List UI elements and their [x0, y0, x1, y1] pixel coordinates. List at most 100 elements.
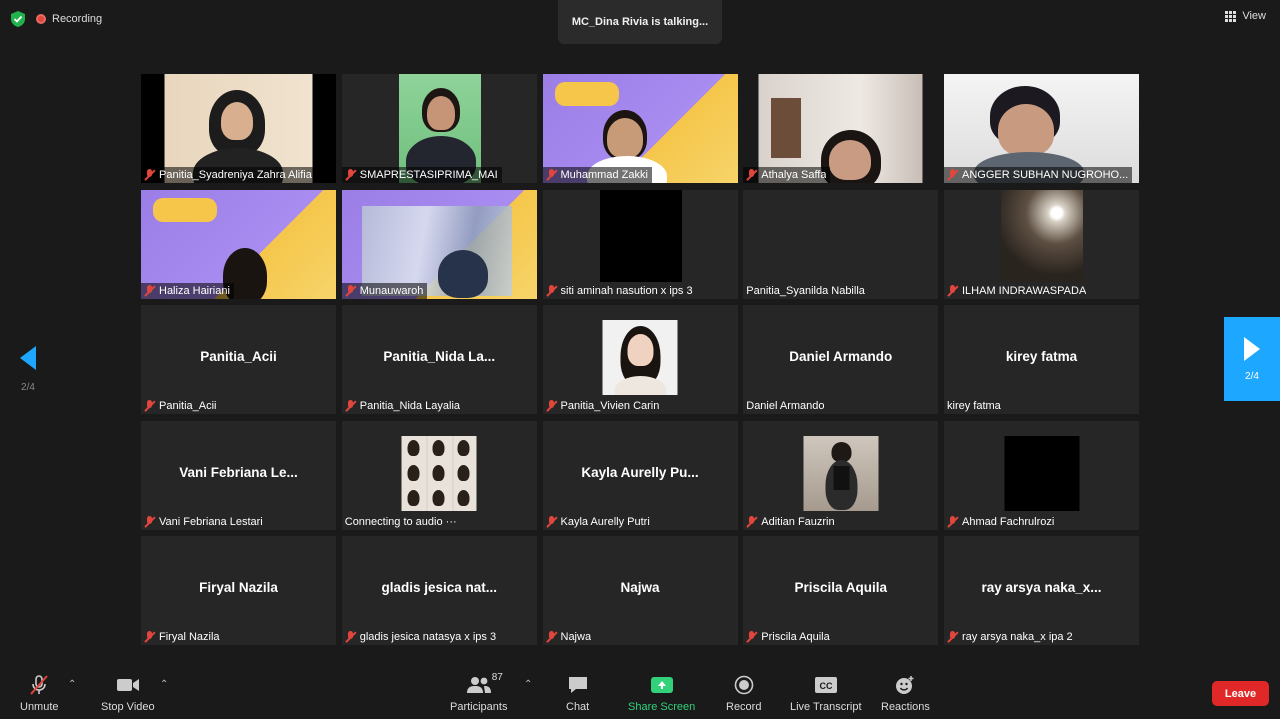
participant-display-name: ray arsya naka_x...: [981, 580, 1102, 595]
reaction-smiley-icon: [894, 675, 916, 695]
participant-tile[interactable]: ANGGER SUBHAN NUGROHO...: [944, 74, 1139, 183]
participant-tile[interactable]: Panitia_Nida La... Panitia_Nida Layalia: [341, 305, 537, 414]
participant-tile[interactable]: Priscila Aquila Priscila Aquila: [743, 536, 939, 645]
participant-tile[interactable]: SMAPRESTASIPRIMA_MAI: [341, 74, 537, 183]
mic-muted-icon: [746, 515, 758, 528]
mic-muted-icon: [546, 284, 558, 297]
closed-caption-icon: CC: [814, 675, 838, 695]
mic-muted-icon: [546, 169, 558, 181]
mic-muted-icon: [947, 284, 959, 297]
mic-muted-icon: [947, 631, 959, 643]
participant-tile[interactable]: Vani Febriana Le... Vani Febriana Lestar…: [141, 420, 336, 530]
participant-name-label: Muhammad Zakki: [542, 167, 652, 183]
recording-label: Recording: [52, 13, 103, 25]
participant-name-label: Ahmad Fachrulrozi: [944, 514, 1058, 530]
mic-muted-icon: [345, 400, 357, 412]
chat-button[interactable]: Chat: [566, 675, 589, 713]
participant-tile[interactable]: Haliza Hairiani: [141, 189, 336, 299]
record-label: Record: [726, 701, 762, 713]
participants-button[interactable]: 87 Participants: [450, 672, 508, 713]
participant-name-label: Vani Febriana Lestari: [141, 514, 267, 530]
participant-tile[interactable]: gladis jesica nat... gladis jesica natas…: [341, 536, 537, 645]
mic-muted-icon: [546, 515, 558, 528]
participant-display-name: Kayla Aurelly Pu...: [581, 464, 699, 480]
record-icon: [734, 675, 754, 695]
mic-muted-icon: [947, 515, 959, 528]
participant-name-label: Kayla Aurelly Putri: [543, 514, 654, 530]
stop-video-button[interactable]: Stop Video: [101, 675, 155, 713]
leave-button[interactable]: Leave: [1212, 681, 1269, 706]
unmute-label: Unmute: [20, 701, 59, 713]
active-speaker-banner: MC_Dina Rivia is talking...: [558, 0, 722, 44]
mic-muted-icon: [144, 631, 156, 643]
participant-tile[interactable]: Muhammad Zakki: [542, 74, 738, 183]
share-screen-icon: [650, 675, 673, 695]
participant-display-name: Najwa: [620, 580, 660, 595]
chat-label: Chat: [566, 701, 590, 713]
participant-tile[interactable]: ray arsya naka_x... ray arsya naka_x ipa…: [944, 536, 1139, 645]
meeting-controls-toolbar: Unmute ⌃ Stop Video ⌃ 87 Participants ⌃ …: [0, 665, 1280, 719]
stop-video-label: Stop Video: [101, 701, 155, 713]
zoom-meeting-window: Recording MC_Dina Rivia is talking... Vi…: [0, 0, 1280, 719]
mic-muted-icon: [345, 631, 357, 643]
participants-label: Participants: [450, 701, 508, 713]
view-button[interactable]: View: [1225, 10, 1266, 22]
participant-tile[interactable]: Kayla Aurelly Pu... Kayla Aurelly Putri: [542, 420, 738, 530]
grid-view-icon: [1225, 10, 1237, 22]
participant-tile[interactable]: Panitia_Syanilda Nabilla: [743, 189, 939, 299]
participant-name-label: Munauwaroh: [341, 282, 428, 299]
security-shield-icon[interactable]: [10, 10, 26, 28]
participant-tile[interactable]: Panitia_Vivien Carin: [542, 305, 738, 414]
profile-picture: [1004, 435, 1079, 511]
participant-name-label: kirey fatma: [947, 400, 1001, 412]
recording-indicator[interactable]: Recording: [36, 13, 102, 25]
arrow-right-icon: [1244, 336, 1260, 361]
chat-bubble-icon: [567, 675, 589, 695]
unmute-button[interactable]: Unmute: [20, 675, 59, 713]
participant-tile[interactable]: Panitia_Syadreniya Zahra Alifia: [141, 74, 336, 183]
mic-muted-icon: [546, 400, 558, 412]
participant-tile[interactable]: Ahmad Fachrulrozi: [944, 420, 1139, 530]
participant-display-name: gladis jesica nat...: [381, 580, 498, 595]
video-options-caret[interactable]: ⌃: [160, 679, 168, 690]
participant-tile[interactable]: Athalya Saffa: [743, 74, 939, 183]
participant-tile[interactable]: Daniel Armando Daniel Armando: [743, 305, 939, 414]
reactions-label: Reactions: [881, 701, 930, 713]
audio-options-caret[interactable]: ⌃: [68, 679, 76, 690]
participant-name-label: Athalya Saffa: [743, 167, 831, 183]
microphone-muted-icon: [28, 675, 50, 695]
arrow-left-icon: [20, 346, 36, 370]
participant-tile[interactable]: Connecting to audio ···: [341, 420, 537, 530]
reactions-button[interactable]: Reactions: [881, 675, 930, 713]
participant-tile[interactable]: Firyal Nazila Firyal Nazila: [141, 536, 336, 645]
participant-display-name: Daniel Armando: [789, 349, 893, 364]
participant-tile[interactable]: Munauwaroh: [341, 189, 537, 299]
active-speaker-text: MC_Dina Rivia is talking...: [571, 16, 709, 28]
participant-name-label: Daniel Armando: [746, 400, 825, 412]
record-button[interactable]: Record: [726, 675, 761, 713]
profile-picture: [401, 435, 477, 511]
participant-tile[interactable]: Najwa Najwa: [542, 536, 738, 645]
svg-text:CC: CC: [819, 681, 832, 691]
participant-name-label: Panitia_Vivien Carin: [543, 398, 664, 414]
mic-muted-icon: [345, 169, 357, 181]
profile-picture: [803, 435, 879, 511]
leave-label: Leave: [1224, 687, 1257, 700]
share-screen-label: Share Screen: [628, 701, 696, 713]
participant-tile[interactable]: ILHAM INDRAWASPADA: [944, 189, 1139, 299]
participants-options-caret[interactable]: ⌃: [524, 679, 532, 690]
mic-muted-icon: [746, 169, 758, 181]
live-transcript-button[interactable]: CC Live Transcript: [790, 675, 862, 713]
participant-name-label: Najwa: [543, 629, 596, 645]
participant-name-label: SMAPRESTASIPRIMA_MAI: [341, 167, 502, 183]
participant-tile[interactable]: siti aminah nasution x ips 3: [542, 189, 738, 299]
participant-name-label: Panitia_Acii: [141, 398, 220, 414]
participant-tile[interactable]: Aditian Fauzrin: [743, 420, 939, 530]
previous-page-button[interactable]: 2/4: [10, 340, 46, 400]
share-screen-button[interactable]: Share Screen: [628, 675, 695, 713]
participant-display-name: Priscila Aquila: [794, 580, 888, 595]
participant-tile[interactable]: kirey fatma kirey fatma: [944, 305, 1139, 414]
next-page-button[interactable]: 2/4: [1224, 317, 1280, 401]
participant-tile[interactable]: Panitia_Acii Panitia_Acii: [141, 305, 336, 414]
participant-name-label: Panitia_Nida Layalia: [342, 398, 464, 414]
